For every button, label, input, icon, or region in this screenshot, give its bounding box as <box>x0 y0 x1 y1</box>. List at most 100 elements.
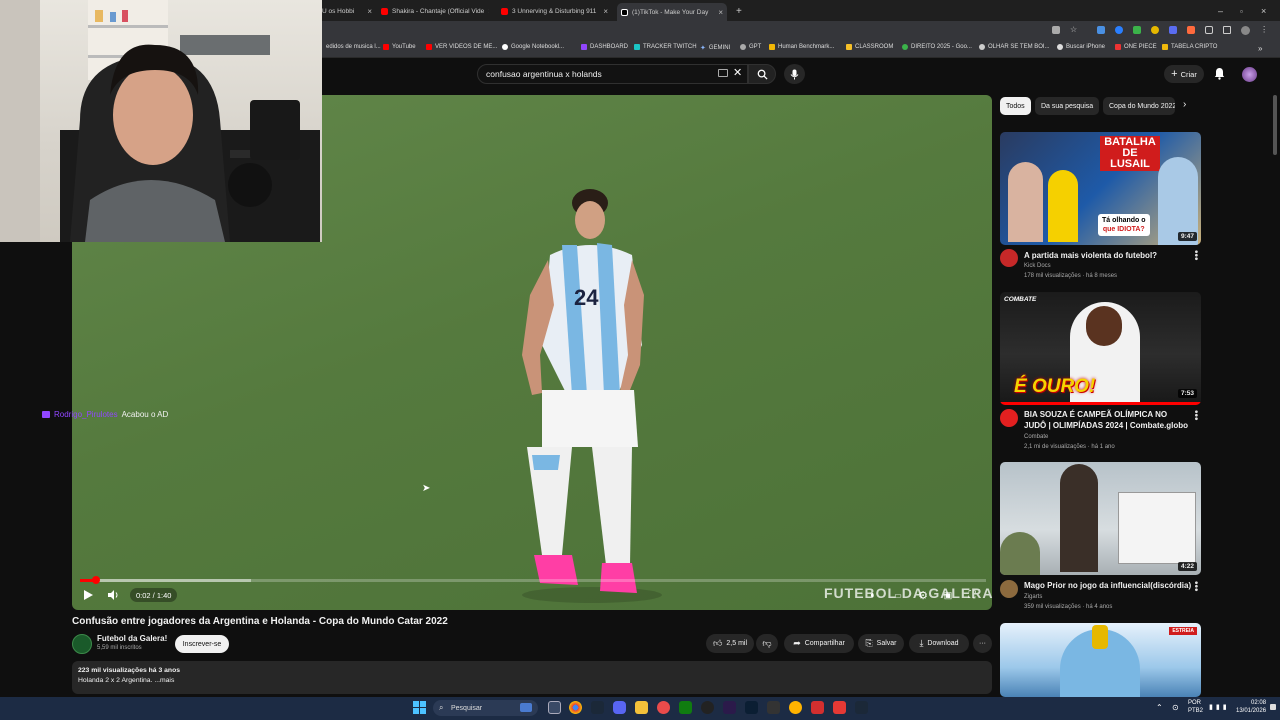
settings-gear-icon[interactable]: ⚙ <box>916 587 930 603</box>
bookmark-item[interactable]: ONE PIECE <box>1115 44 1157 50</box>
notifications-bell-icon[interactable] <box>1214 67 1225 80</box>
maximize-icon[interactable]: ▫ <box>1240 3 1250 19</box>
bookmark-item[interactable]: DIREITO 2025 - Goo... <box>902 44 972 50</box>
video-thumbnail[interactable]: BATALHA DE LUSAIL Tá olhando o que IDIOT… <box>1000 132 1201 245</box>
share-button[interactable]: ➦ Compartilhar <box>784 634 854 653</box>
minimize-icon[interactable]: – <box>1218 3 1228 19</box>
bookmark-item[interactable]: ✦ GEMINI <box>700 44 730 52</box>
more-vertical-icon[interactable]: ••• <box>1190 581 1201 592</box>
notification-icon[interactable] <box>1270 704 1276 710</box>
acrobat-icon[interactable] <box>811 701 824 714</box>
voice-search-button[interactable] <box>784 64 805 84</box>
puzzle-icon[interactable] <box>1205 26 1214 34</box>
save-button[interactable]: ⎘ Salvar <box>858 634 904 653</box>
close-tab-icon[interactable]: × <box>367 7 372 16</box>
bookmark-item[interactable]: YouTube <box>383 44 416 50</box>
play-button[interactable] <box>80 587 96 603</box>
video-progress-bar[interactable] <box>80 579 986 582</box>
star-icon[interactable]: ☆ <box>1070 26 1077 35</box>
bookmark-item[interactable]: DASHBOARD <box>581 44 628 50</box>
system-tray-icons[interactable]: ▮▮▮ <box>1209 703 1230 711</box>
close-window-icon[interactable]: × <box>1261 3 1271 19</box>
extension-icon[interactable] <box>1169 26 1178 34</box>
filter-chip-all[interactable]: Todos <box>1000 97 1031 115</box>
close-tab-icon[interactable]: × <box>603 7 608 16</box>
extension-icon[interactable] <box>1187 26 1196 34</box>
premiere-pro-icon[interactable] <box>723 701 736 714</box>
more-bookmarks-icon[interactable]: » <box>1258 44 1262 53</box>
account-avatar[interactable] <box>1242 67 1257 82</box>
taskbar-search[interactable]: ⌕ Pesquisar <box>433 700 538 716</box>
xbox-icon[interactable] <box>679 701 692 714</box>
bookmark-item[interactable]: TRACKER TWITCH <box>634 44 697 50</box>
close-tab-icon[interactable]: × <box>718 8 723 17</box>
mute-button[interactable] <box>105 587 121 603</box>
video-thumbnail[interactable]: COMBATE É OURO! 7:53 <box>1000 292 1201 405</box>
like-button[interactable]: 👍︎ 2,5 mil <box>706 634 754 653</box>
dislike-button[interactable]: 👎︎ <box>756 634 778 653</box>
more-actions-button[interactable]: ··· <box>973 634 992 653</box>
download-button[interactable]: ⤓ Download <box>909 634 969 653</box>
browser-tab[interactable]: 3 Unnerving & Disturbing 911 × <box>501 3 608 19</box>
channel-avatar[interactable] <box>1000 249 1018 267</box>
search-input[interactable]: confusao argentinua x holands <box>477 64 748 84</box>
search-button[interactable] <box>748 64 776 84</box>
app-icon[interactable] <box>657 701 670 714</box>
channel-avatar[interactable] <box>72 634 92 654</box>
extension-icon[interactable] <box>1115 26 1124 34</box>
photoshop-icon[interactable] <box>745 701 758 714</box>
discord-icon[interactable] <box>613 701 626 714</box>
keyboard-icon[interactable] <box>718 69 728 77</box>
chrome-icon[interactable] <box>569 701 582 714</box>
chevron-right-icon[interactable]: › <box>1183 99 1186 110</box>
bookmark-item[interactable]: Google Notebookl... <box>502 44 564 50</box>
fullscreen-icon[interactable]: ⛶ <box>965 587 979 603</box>
taskbar-clock[interactable]: 02:08 13/01/2026 <box>1236 699 1266 715</box>
video-title[interactable]: A partida mais violenta do futebol? <box>1024 250 1174 261</box>
more-vertical-icon[interactable]: ••• <box>1190 410 1201 421</box>
new-tab-button[interactable]: + <box>736 3 746 19</box>
subtitles-icon[interactable]: ▭ <box>891 587 905 603</box>
browser-tab[interactable]: U os Hobbi × <box>322 3 372 19</box>
bookmark-item[interactable]: VER VIDEOS DE ME... <box>426 44 497 50</box>
extension-icon[interactable] <box>1133 26 1142 34</box>
obs-icon[interactable] <box>701 701 714 714</box>
filter-chip-from-search[interactable]: Da sua pesquisa <box>1035 97 1100 115</box>
location-icon[interactable]: ⊙ <box>1172 703 1179 712</box>
capcut-icon[interactable] <box>767 701 780 714</box>
page-scrollbar[interactable] <box>1273 95 1277 155</box>
profile-avatar[interactable] <box>1241 26 1251 35</box>
input-language[interactable]: POR PTB2 <box>1188 699 1203 715</box>
browser-tab[interactable]: Shakira - Chantaje (Official Vide× <box>381 3 489 19</box>
steam-icon[interactable] <box>591 701 604 714</box>
bookmark-item[interactable]: OLHAR SE TEM BOI... <box>979 44 1050 50</box>
channel-avatar[interactable] <box>1000 409 1018 427</box>
app-icon[interactable] <box>833 701 846 714</box>
autoplay-toggle[interactable]: ◐ <box>866 587 880 603</box>
bookmark-item[interactable]: Buscar iPhone <box>1057 44 1105 50</box>
channel-name[interactable]: Futebol da Galera! <box>97 634 167 643</box>
more-vertical-icon[interactable]: ••• <box>1190 250 1201 261</box>
bookmark-item[interactable]: TABELA CRIPTO <box>1162 44 1217 50</box>
extension-icon[interactable] <box>1151 26 1160 34</box>
channel-avatar[interactable] <box>1000 580 1018 598</box>
sidepanel-icon[interactable] <box>1223 26 1232 34</box>
extension-icon[interactable] <box>1097 26 1106 34</box>
windows-start-icon[interactable] <box>413 701 426 714</box>
description-box[interactable]: 223 mil visualizações há 3 anos Holanda … <box>72 661 992 694</box>
filter-chip-world-cup[interactable]: Copa do Mundo 2022 <box>1103 97 1175 115</box>
chevron-up-icon[interactable]: ⌃ <box>1156 703 1163 712</box>
miniplayer-icon[interactable]: ▣ <box>941 587 955 603</box>
bookmark-item[interactable]: CLASSROOM <box>846 44 893 50</box>
video-title[interactable]: BIA SOUZA É CAMPEÃ OLÍMPICA NO JUDÔ | OL… <box>1024 409 1189 431</box>
browser-tab-active[interactable]: (1)TikTok - Make Your Day × <box>617 3 727 21</box>
video-thumbnail[interactable]: 4:22 <box>1000 462 1201 575</box>
subscribe-button[interactable]: Inscrever-se <box>175 635 229 653</box>
file-explorer-icon[interactable] <box>635 701 648 714</box>
steam-icon[interactable] <box>855 701 868 714</box>
video-thumbnail[interactable]: ESTREIA <box>1000 623 1201 697</box>
channel-name[interactable]: Combate <box>1024 432 1048 442</box>
clear-search-icon[interactable]: ✕ <box>733 66 742 79</box>
cast-icon[interactable] <box>1052 26 1060 34</box>
bookmark-item[interactable]: Human Benchmark... <box>769 44 834 50</box>
